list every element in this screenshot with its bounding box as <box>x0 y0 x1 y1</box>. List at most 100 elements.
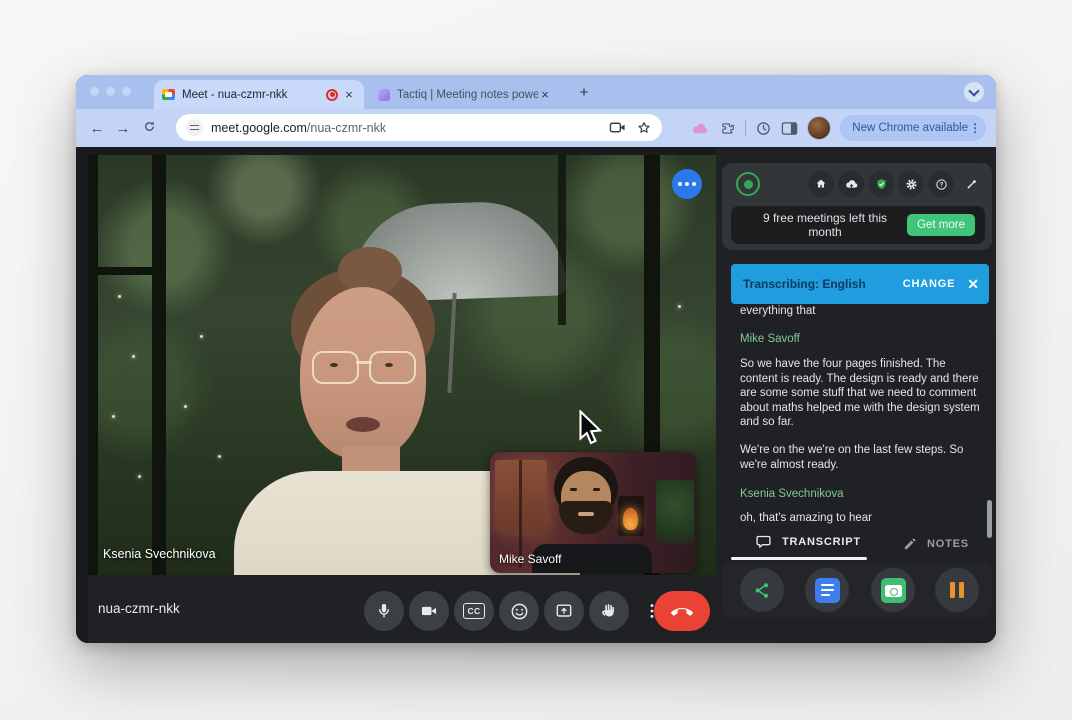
microphone-button[interactable] <box>364 591 404 631</box>
shield-check-icon <box>874 177 889 192</box>
active-tab-underline <box>731 557 867 560</box>
page-content: Ksenia Svechnikova Mike Savoff nua-czmr <box>76 147 996 643</box>
history-icon[interactable] <box>755 120 772 137</box>
traffic-light-close[interactable] <box>90 87 99 96</box>
help-button[interactable]: ? <box>928 171 954 197</box>
toolbar-divider <box>745 120 746 136</box>
present-icon <box>554 601 574 621</box>
home-button[interactable] <box>808 171 834 197</box>
camera-icon <box>419 601 439 621</box>
privacy-shield-button[interactable] <box>868 171 894 197</box>
share-icon <box>752 580 773 601</box>
change-language-button[interactable]: CHANGE <box>903 278 955 290</box>
forward-button[interactable]: → <box>110 120 136 137</box>
bookmark-star-icon[interactable] <box>636 120 652 136</box>
connect-icon <box>964 177 979 192</box>
transcript-paragraph: So we have the four pages finished. The … <box>740 357 980 430</box>
back-button[interactable]: ← <box>84 120 110 137</box>
banner-close-icon[interactable]: ✕ <box>967 276 979 293</box>
tab-close-icon[interactable]: × <box>342 87 356 102</box>
chat-bubble-icon <box>754 533 773 550</box>
transcript-speaker: Mike Savoff <box>740 333 800 345</box>
tab-meet[interactable]: Meet - nua-czmr-nkk × <box>154 80 364 109</box>
raise-hand-button[interactable] <box>589 591 629 631</box>
room-code-label: nua-czmr-nkk <box>98 601 180 616</box>
url-text: meet.google.com/nua-czmr-nkk <box>211 121 609 135</box>
tab-transcript-label: TRANSCRIPT <box>782 536 861 548</box>
emoji-icon <box>509 601 530 622</box>
share-button[interactable] <box>740 568 784 612</box>
end-call-icon <box>671 600 693 622</box>
detach-panel-button[interactable] <box>958 171 984 197</box>
side-panel-icon[interactable] <box>781 121 798 136</box>
tactiq-sidebar: ? 9 free meetings left this month Get mo… <box>716 147 996 643</box>
tab-close-icon[interactable]: × <box>538 87 552 102</box>
quota-text: 9 free meetings left this month <box>745 211 905 239</box>
plant-decor <box>656 480 694 544</box>
traffic-light-minimize[interactable] <box>106 87 115 96</box>
tab-title: Tactiq | Meeting notes powe <box>397 89 538 101</box>
help-icon: ? <box>934 177 949 192</box>
tab-strip: Meet - nua-czmr-nkk × Tactiq | Meeting n… <box>76 75 996 109</box>
site-settings-icon[interactable] <box>186 119 203 136</box>
tab-capture-icon[interactable] <box>609 120 626 135</box>
meet-favicon-icon <box>162 89 175 100</box>
tab-notes-label: NOTES <box>927 538 969 550</box>
pip-name-label: Mike Savoff <box>499 552 561 566</box>
export-to-docs-button[interactable] <box>805 568 849 612</box>
reload-button[interactable] <box>136 119 162 138</box>
gear-icon <box>904 177 919 192</box>
captions-icon: CC <box>463 603 485 619</box>
microphone-icon <box>374 601 394 621</box>
url-path: /nua-czmr-nkk <box>307 121 386 135</box>
participant-name-label: Ksenia Svechnikova <box>103 547 216 561</box>
browser-menu-icon[interactable]: ⋮ <box>968 122 982 134</box>
tab-search-chevron-icon[interactable] <box>964 82 984 102</box>
quota-box: 9 free meetings left this month Get more <box>731 206 985 244</box>
cloud-upload-icon <box>844 177 859 192</box>
captions-button[interactable]: CC <box>454 591 494 631</box>
sidebar-action-bar <box>722 562 992 618</box>
pip-window-decor <box>495 460 547 532</box>
raise-hand-icon <box>599 601 619 621</box>
tactiq-header-panel: ? 9 free meetings left this month Get mo… <box>722 163 992 250</box>
svg-text:?: ? <box>939 181 943 188</box>
chrome-update-button[interactable]: New Chrome available ⋮ <box>840 115 986 141</box>
tab-tactiq[interactable]: Tactiq | Meeting notes powe × <box>370 80 560 109</box>
fireplace-decor <box>618 496 644 536</box>
traffic-light-zoom[interactable] <box>122 87 131 96</box>
transcript-fragment: everything that <box>740 304 980 319</box>
reload-icon <box>142 119 157 134</box>
recording-indicator-icon <box>326 89 338 101</box>
settings-button[interactable] <box>898 171 924 197</box>
sidebar-tabs: TRANSCRIPT NOTES <box>716 533 996 559</box>
profile-avatar[interactable] <box>807 116 831 140</box>
tab-notes[interactable]: NOTES <box>902 535 969 552</box>
browser-toolbar: ← → meet.google.com/nua-czmr-nkk New Chr… <box>76 109 996 147</box>
tactiq-logo-icon <box>736 172 760 196</box>
new-tab-button[interactable]: + <box>576 84 592 101</box>
camera-button[interactable] <box>409 591 449 631</box>
present-button[interactable] <box>544 591 584 631</box>
pip-video-tile[interactable]: Mike Savoff <box>490 452 696 573</box>
cloud-sync-button[interactable] <box>838 171 864 197</box>
screenshot-button[interactable] <box>871 568 915 612</box>
address-bar[interactable]: meet.google.com/nua-czmr-nkk <box>176 114 662 141</box>
get-more-button[interactable]: Get more <box>907 214 975 236</box>
extensions-puzzle-icon[interactable] <box>719 120 736 137</box>
transcribing-banner: Transcribing: English CHANGE ✕ <box>731 264 989 304</box>
tactiq-overlay-menu-button[interactable] <box>672 169 702 199</box>
video-feed: Ksenia Svechnikova Mike Savoff <box>88 155 716 575</box>
home-icon <box>814 177 828 191</box>
tab-transcript[interactable]: TRANSCRIPT <box>754 533 861 550</box>
transcript-speaker: Ksenia Svechnikova <box>740 488 844 500</box>
browser-window: Meet - nua-czmr-nkk × Tactiq | Meeting n… <box>76 75 996 643</box>
pause-transcription-button[interactable] <box>935 568 979 612</box>
tactiq-extension-icon[interactable] <box>691 121 710 136</box>
url-host: meet.google.com <box>211 121 307 135</box>
tab-title: Meet - nua-czmr-nkk <box>182 89 322 101</box>
reactions-button[interactable] <box>499 591 539 631</box>
transcript-paragraph: We're on the we're on the last few steps… <box>740 443 980 472</box>
meet-control-bar: nua-czmr-nkk CC <box>88 575 716 643</box>
end-call-button[interactable] <box>654 591 710 631</box>
